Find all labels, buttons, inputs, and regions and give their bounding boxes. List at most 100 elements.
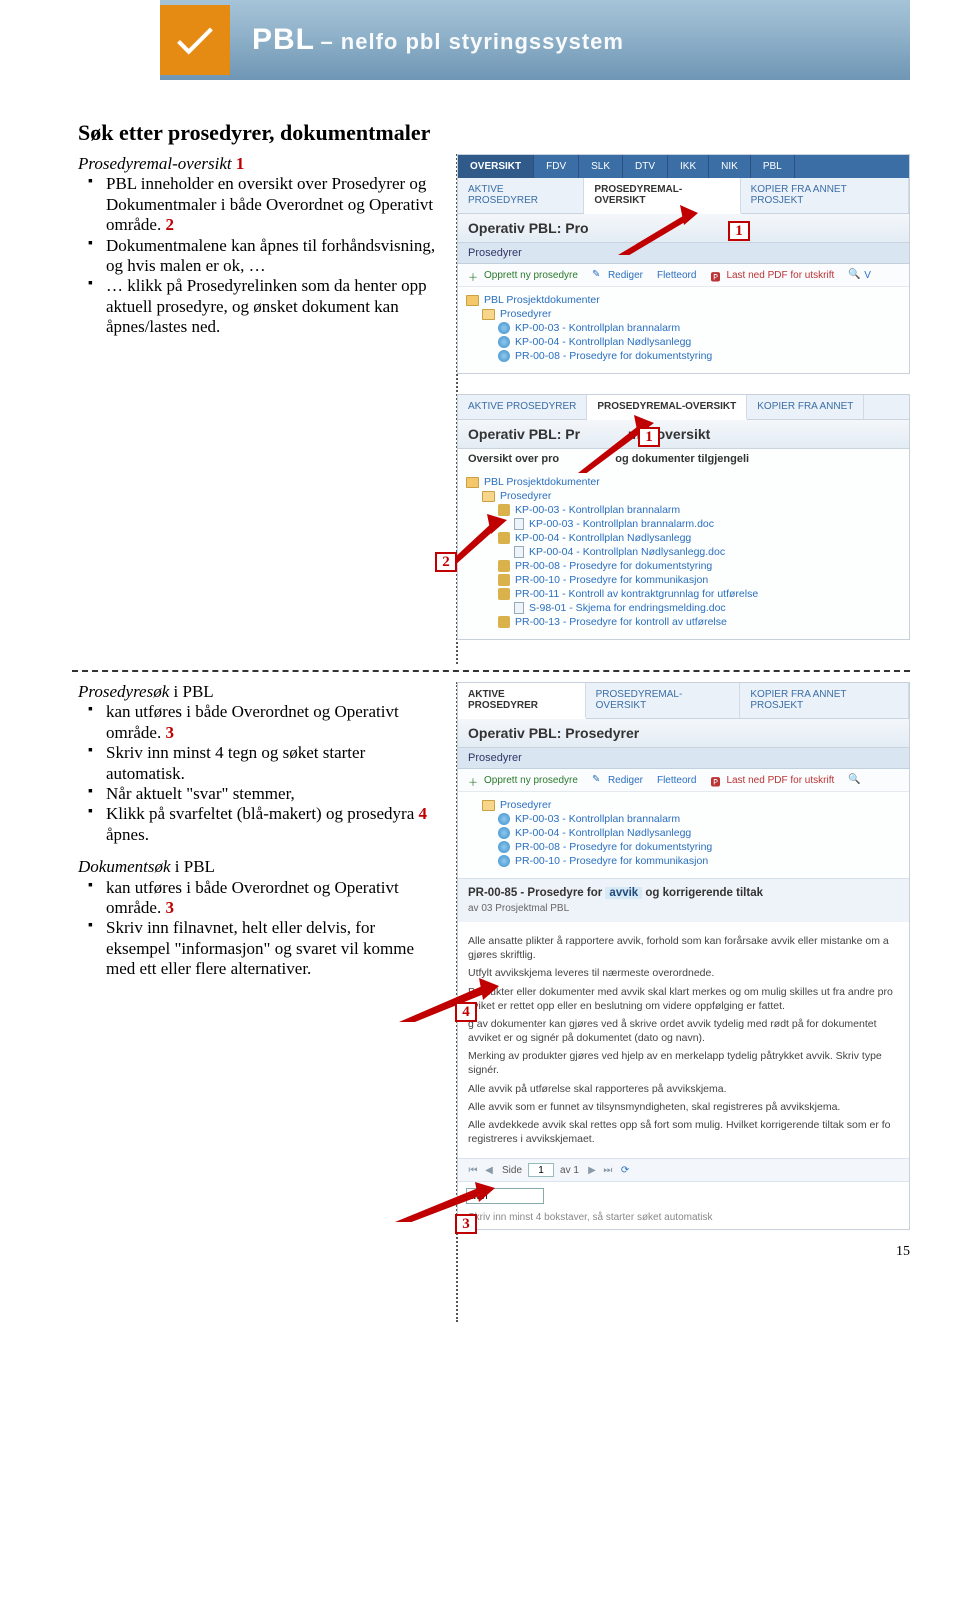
tab-nik[interactable]: NIK: [709, 155, 751, 178]
ss2-n3[interactable]: PR-00-08 - Prosedyre for dokumentstyring: [515, 560, 712, 572]
tree-root[interactable]: PBL Prosjektdokumenter: [484, 294, 600, 306]
btn-pdf[interactable]: 🅿Last ned PDF for utskrift: [710, 269, 834, 281]
page-of: av 1: [560, 1165, 579, 1176]
subhead-1: Prosedyremal-oversikt: [78, 154, 232, 173]
arrow-3: [395, 1182, 495, 1222]
ss1-title: Operativ PBL: Pro: [468, 220, 589, 236]
ss2-sub-a: Oversikt over pro: [468, 453, 559, 465]
brand-text: PBL: [252, 23, 315, 56]
callout-1b: 1: [638, 427, 660, 447]
page-input[interactable]: [528, 1163, 554, 1177]
section-divider: [72, 670, 910, 672]
subhead-2b: Dokumentsøk: [78, 857, 171, 876]
ss2-n6[interactable]: PR-00-13 - Prosedyre for kontroll av utf…: [515, 616, 727, 628]
check-icon: [160, 5, 230, 75]
plus-icon: ＋: [468, 774, 480, 786]
subtab-kopier-2[interactable]: KOPIER FRA ANNET: [747, 395, 864, 419]
subtab-active[interactable]: AKTIVE PROSEDYRER: [458, 178, 584, 213]
top-tabs: OVERSIKT FDV SLK DTV IKK NIK PBL: [458, 155, 909, 178]
ss3-sourceline: av 03 Prosjektmal PBL: [468, 903, 899, 914]
brand-tagline: – nelfo pbl styringssystem: [320, 29, 624, 54]
ss2-folder[interactable]: Prosedyrer: [500, 490, 551, 502]
ss3-i2[interactable]: KP-00-04 - Kontrollplan Nødlysanlegg: [515, 827, 691, 839]
p1-b1: PBL inneholder en oversikt over Prosedyr…: [106, 174, 433, 234]
header-banner: PBL – nelfo pbl styringssystem: [160, 0, 910, 80]
page-title: Søk etter prosedyrer, dokumentmaler: [78, 120, 910, 146]
desc-p4: g av dokumenter kan gjøres ved å skrive …: [468, 1017, 899, 1045]
subhead-2a: Prosedyresøk: [78, 682, 169, 701]
desc-p1: Alle ansatte plikter å rapportere avvik,…: [468, 934, 899, 962]
desc-p7: Alle avvik som er funnet av tilsynsmyndi…: [468, 1100, 899, 1114]
subtab3-kopier[interactable]: KOPIER FRA ANNET PROSJEKT: [740, 683, 909, 718]
p2b-b1: kan utføres i både Overordnet og Operati…: [106, 878, 399, 917]
tree-folder[interactable]: Prosedyrer: [500, 308, 551, 320]
prev-page-icon[interactable]: ◀: [482, 1165, 496, 1176]
ss3-i4[interactable]: PR-00-10 - Prosedyre for kommunikasjon: [515, 855, 708, 867]
screenshot-3: AKTIVE PROSEDYRER PROSEDYREMAL-OVERSIKT …: [457, 682, 910, 1230]
btn-merge-3[interactable]: Fletteord: [657, 775, 696, 786]
screenshot-1: OVERSIKT FDV SLK DTV IKK NIK PBL AKTIVE …: [457, 154, 910, 374]
plus-icon: ＋: [468, 269, 480, 281]
btn-merge[interactable]: Fletteord: [657, 270, 696, 281]
ss2-n5d[interactable]: S-98-01 - Skjema for endringsmelding.doc: [529, 602, 726, 614]
ss2-n1[interactable]: KP-00-03 - Kontrollplan brannalarm: [515, 504, 680, 516]
tab-fdv[interactable]: FDV: [534, 155, 579, 178]
desc-p6: Alle avvik på utførelse skal rapporteres…: [468, 1082, 899, 1096]
p2a-b3: Når aktuelt "svar" stemmer,: [106, 784, 443, 804]
subtab-active-2[interactable]: AKTIVE PROSEDYRER: [458, 395, 587, 419]
pdf-icon: 🅿: [710, 774, 722, 786]
subtab3-active[interactable]: AKTIVE PROSEDYRER: [458, 683, 586, 719]
btn-search[interactable]: 🔍V: [848, 269, 871, 281]
ss2-n5[interactable]: PR-00-11 - Kontroll av kontraktgrunnlag …: [515, 588, 758, 600]
ss2-root[interactable]: PBL Prosjektdokumenter: [484, 476, 600, 488]
subtab-kopier[interactable]: KOPIER FRA ANNET PROSJEKT: [741, 178, 909, 213]
ss2-n2[interactable]: KP-00-04 - Kontrollplan Nødlysanlegg: [515, 532, 691, 544]
pencil-icon: ✎: [592, 269, 604, 281]
p1-b2b: … klikk på Prosedyrelinken som da henter…: [106, 276, 443, 337]
highlight-term: avvik: [605, 887, 642, 899]
refresh-icon[interactable]: ⟳: [621, 1165, 629, 1176]
tab-pbl[interactable]: PBL: [751, 155, 795, 178]
btn-new[interactable]: ＋Opprett ny prosedyre: [468, 269, 578, 281]
ss3-folder[interactable]: Prosedyrer: [500, 799, 551, 811]
btn-new-3[interactable]: ＋Opprett ny prosedyre: [468, 774, 578, 786]
desc-p3: Produkter eller dokumenter med avvik ska…: [468, 985, 899, 1013]
search-icon: 🔍: [848, 269, 860, 281]
last-page-icon[interactable]: ⏭: [601, 1165, 615, 1176]
search-icon: 🔍: [848, 774, 860, 786]
tab-ikk[interactable]: IKK: [668, 155, 709, 178]
p2a-b2: Skriv inn minst 4 tegn og søket starter …: [106, 743, 443, 784]
tree-i2[interactable]: KP-00-04 - Kontrollplan Nødlysanlegg: [515, 336, 691, 348]
first-page-icon[interactable]: ⏮: [466, 1165, 480, 1176]
next-page-icon[interactable]: ▶: [585, 1165, 599, 1176]
pencil-icon: ✎: [592, 774, 604, 786]
search-hint: Skriv inn minst 4 bokstaver, så starter …: [458, 1210, 909, 1229]
callout-1a: 1: [728, 221, 750, 241]
ss3-subbar: Prosedyrer: [458, 748, 909, 769]
desc-p8: Alle avdekkede avvik skal rettes opp så …: [468, 1118, 899, 1146]
btn-pdf-3[interactable]: 🅿Last ned PDF for utskrift: [710, 774, 834, 786]
btn-edit-3[interactable]: ✎Rediger: [592, 774, 643, 786]
subtab3-mal[interactable]: PROSEDYREMAL-OVERSIKT: [586, 683, 741, 718]
btn-edit[interactable]: ✎Rediger: [592, 269, 643, 281]
ss3-i1[interactable]: KP-00-03 - Kontrollplan brannalarm: [515, 813, 680, 825]
ss3-title: Operativ PBL: Prosedyrer: [458, 719, 909, 748]
ss2-n1d[interactable]: KP-00-03 - Kontrollplan brannalarm.doc: [529, 518, 714, 530]
ss2-n4[interactable]: PR-00-10 - Prosedyre for kommunikasjon: [515, 574, 708, 586]
ss3-i3[interactable]: PR-00-08 - Prosedyre for dokumentstyring: [515, 841, 712, 853]
tab-oversikt[interactable]: OVERSIKT: [458, 155, 534, 178]
ss2-n2d[interactable]: KP-00-04 - Kontrollplan Nødlysanlegg.doc: [529, 546, 725, 558]
pager: ⏮◀ Side av 1 ▶⏭ ⟳: [458, 1158, 909, 1181]
ss2-title-a: Operativ PBL: Pr: [468, 426, 580, 442]
page-number: 15: [896, 1244, 910, 1260]
subhead-1-num: 1: [236, 154, 245, 173]
arrow-4: [399, 978, 499, 1022]
p2b-b2: Skriv inn filnavnet, helt eller delvis, …: [106, 918, 443, 979]
tree-i3[interactable]: PR-00-08 - Prosedyre for dokumentstyring: [515, 350, 712, 362]
btn-search-3[interactable]: 🔍: [848, 774, 860, 786]
tab-dtv[interactable]: DTV: [623, 155, 668, 178]
tree-i1[interactable]: KP-00-03 - Kontrollplan brannalarm: [515, 322, 680, 334]
callout-4: 4: [455, 1002, 477, 1022]
p1-b1-num: 2: [165, 215, 174, 234]
tab-slk[interactable]: SLK: [579, 155, 623, 178]
